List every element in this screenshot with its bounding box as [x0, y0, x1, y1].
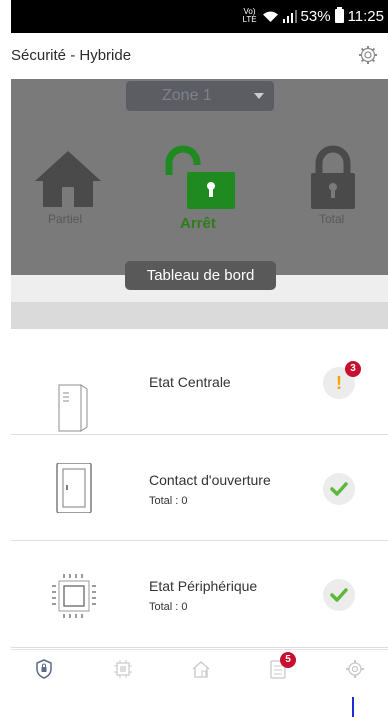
door-contact-icon	[56, 463, 92, 513]
dashboard-list: Etat Centrale ! 3 Contact d'ouverture To…	[11, 329, 388, 648]
mode-label-arret: Arrêt	[180, 215, 216, 232]
list-item-contact-ouverture[interactable]: Contact d'ouverture Total : 0	[11, 435, 388, 541]
ok-status	[323, 473, 355, 505]
mode-label-partiel: Partiel	[48, 212, 83, 226]
gear-icon[interactable]	[358, 45, 378, 65]
mode-arret[interactable]: Arrêt	[163, 145, 237, 233]
signal-icon	[282, 10, 297, 23]
chip-icon	[52, 574, 96, 618]
notification-badge: 3	[345, 361, 361, 377]
bottom-nav: 5	[11, 649, 388, 687]
status-indicators: Vo) LTE 53% 11:25	[242, 6, 384, 26]
section-title: Tableau de bord	[125, 261, 276, 290]
devices-tab-icon[interactable]	[112, 658, 134, 680]
mode-partiel[interactable]: Partiel	[35, 147, 101, 227]
list-item-etat-centrale[interactable]: Etat Centrale ! 3	[11, 329, 388, 435]
central-unit-icon	[58, 384, 88, 432]
battery-icon	[334, 7, 344, 23]
list-item-title: Etat Centrale	[149, 374, 231, 390]
events-badge: 5	[280, 652, 296, 668]
check-icon	[330, 588, 348, 602]
list-item-etat-peripherique[interactable]: Etat Périphérique Total : 0	[11, 541, 388, 648]
house-icon	[35, 151, 101, 207]
page-title: Sécurité - Hybride	[11, 47, 132, 64]
list-item-title: Contact d'ouverture	[149, 472, 271, 488]
battery-percent: 53%	[300, 7, 331, 25]
mode-total[interactable]: Total	[309, 145, 357, 226]
security-tab-icon[interactable]	[33, 658, 55, 680]
volte-icon: Vo) LTE	[242, 7, 257, 24]
list-item-subtitle: Total : 0	[149, 601, 188, 613]
app-header: Sécurité - Hybride	[0, 33, 388, 79]
security-mode-panel: Zone 1 Partiel Arrêt Total	[11, 79, 388, 275]
list-item-subtitle: Total : 0	[149, 495, 188, 507]
ok-status	[323, 579, 355, 611]
chevron-down-icon	[254, 93, 264, 99]
wifi-icon	[262, 11, 278, 22]
settings-tab-icon[interactable]	[344, 658, 366, 680]
home-automation-tab-icon[interactable]	[190, 658, 212, 680]
check-icon	[330, 482, 348, 496]
mode-label-total: Total	[319, 212, 345, 226]
unlocked-padlock-icon	[165, 145, 235, 209]
zone-select-value: Zone 1	[162, 87, 212, 104]
status-bar: Vo) LTE 53% 11:25	[0, 0, 388, 33]
locked-padlock-icon	[311, 145, 355, 209]
zone-select[interactable]: Zone 1	[126, 81, 274, 111]
list-item-title: Etat Périphérique	[149, 578, 258, 594]
clock: 11:25	[347, 7, 384, 25]
nav-active-indicator	[352, 697, 354, 717]
